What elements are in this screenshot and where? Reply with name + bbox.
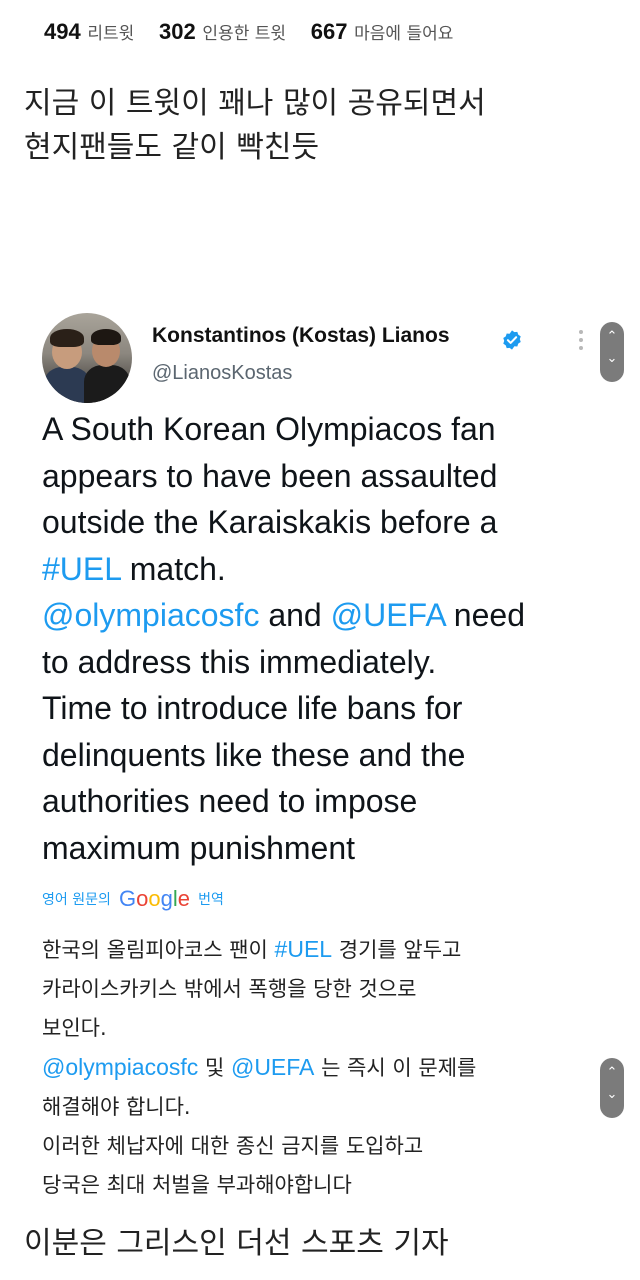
text-line: A South Korean Olympiacos fan [42,406,612,453]
text-line: @olympiacosfc and @UEFA need [42,592,612,639]
translated-text: 한국의 올림피아코스 팬이 #UEL 경기를 앞두고카라이스카키스 밖에서 폭행… [42,930,602,1205]
translate-label: 영어 원문의 [42,892,111,908]
text-segment: 보인다. [42,1016,107,1040]
scroll-up-icon[interactable]: ⌃ [600,329,624,344]
text-segment: 경기를 앞두고 [332,938,462,962]
mention-link[interactable]: @UEFA [331,597,445,633]
verified-badge-icon [503,330,521,350]
text-line: to address this immediately. [42,639,612,686]
text-segment: authorities need to impose [42,783,418,819]
scroll-control-lower[interactable]: ⌃ ⌄ [600,1058,624,1118]
text-line: Time to introduce life bans for [42,685,612,732]
translate-attribution[interactable]: 영어 원문의 Google 번역 [42,886,224,912]
text-line: outside the Karaiskakis before a [42,499,612,546]
text-segment: 한국의 올림피아코스 팬이 [42,938,275,962]
quote-label[interactable]: 인용한 트윗 [202,24,286,44]
author-name[interactable]: Konstantinos (Kostas) Lianos [152,324,450,348]
avatar[interactable] [42,313,132,403]
text-line: 한국의 올림피아코스 팬이 #UEL 경기를 앞두고 [42,930,602,970]
caption-line-1: 지금 이 트윗이 꽤나 많이 공유되면서 [24,86,486,121]
google-logo: Google [118,886,190,911]
mention-link[interactable]: @olympiacosfc [42,1054,198,1080]
text-line: #UEL match. [42,546,612,593]
like-count[interactable]: 667 [311,19,348,44]
text-segment: delinquents like these and the [42,736,466,773]
mention-link[interactable]: @olympiacosfc [42,597,259,633]
caption-bottom: 이분은 그리스인 더선 스포츠 기자 [24,1226,449,1261]
text-line: 해결해야 합니다. [42,1088,602,1127]
text-segment: maximum punishment [42,829,355,866]
text-segment: outside the Karaiskakis before a [42,504,498,540]
like-label[interactable]: 마음에 들어요 [354,24,453,44]
text-segment: 및 [198,1056,231,1080]
hashtag-link[interactable]: #UEL [42,551,121,587]
caption-line-2: 현지팬들도 같이 빡친듯 [24,130,320,165]
text-line: 보인다. [42,1009,602,1048]
scroll-down-icon[interactable]: ⌄ [600,1087,624,1102]
text-segment: 당국은 최대 처벌을 부과해야합니다 [42,1173,352,1197]
text-line: delinquents like these and the [42,732,612,779]
text-line: 이러한 체납자에 대한 종신 금지를 도입하고 [42,1127,602,1166]
text-line: authorities need to impose [42,778,612,825]
text-segment: 카라이스카키스 밖에서 폭행을 당한 것으로 [42,977,417,1001]
text-segment: and [259,597,331,633]
text-segment: match. [120,550,226,587]
text-line: maximum punishment [42,825,612,872]
quote-count[interactable]: 302 [159,19,196,44]
text-segment: 는 즉시 이 문제를 [314,1056,477,1080]
kebab-menu-icon[interactable] [578,330,584,350]
text-line: @olympiacosfc 및 @UEFA 는 즉시 이 문제를 [42,1048,602,1088]
translate-action[interactable]: 번역 [198,892,224,908]
text-line: appears to have been assaulted [42,453,612,500]
author-handle[interactable]: @LianosKostas [152,362,292,385]
scroll-down-icon[interactable]: ⌄ [600,351,624,366]
scroll-control[interactable]: ⌃ ⌄ [600,322,624,382]
text-segment: 이러한 체납자에 대한 종신 금지를 도입하고 [42,1134,424,1158]
scroll-up-icon[interactable]: ⌃ [600,1065,624,1080]
hashtag-link[interactable]: #UEL [275,936,333,962]
mention-link[interactable]: @UEFA [231,1054,314,1080]
text-segment: appears to have been assaulted [42,457,498,494]
retweet-count[interactable]: 494 [44,19,81,44]
text-segment: Time to introduce life bans for [42,690,463,726]
tweet-stats: 494 리트윗 302 인용한 트윗 667 마음에 들어요 [44,19,471,45]
text-line: 당국은 최대 처벌을 부과해야합니다 [42,1166,602,1205]
text-segment: 해결해야 합니다. [42,1095,191,1119]
text-segment: to address this immediately. [42,643,437,680]
text-segment: need [444,597,525,633]
text-segment: A South Korean Olympiacos fan [42,411,496,447]
retweet-label[interactable]: 리트윗 [87,24,134,44]
tweet-text: A South Korean Olympiacos fan appears to … [42,406,612,871]
text-line: 카라이스카키스 밖에서 폭행을 당한 것으로 [42,970,602,1009]
